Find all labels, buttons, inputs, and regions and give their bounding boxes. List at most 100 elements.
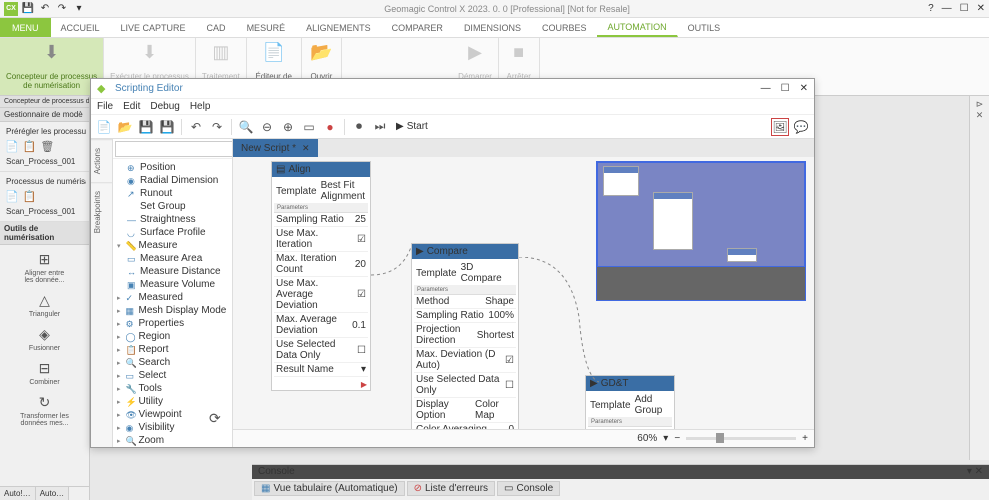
tree-item[interactable]: 📏Measure: [113, 239, 232, 252]
sidebar-tab-breakpoints[interactable]: Breakpoints: [91, 182, 112, 241]
console-tab-errors[interactable]: ⊘Liste d'erreurs: [407, 481, 495, 496]
tree-item[interactable]: ◉Radial Dimension: [113, 174, 232, 187]
tool-combine[interactable]: ⊟Combiner: [29, 360, 59, 386]
param-row[interactable]: Projection DirectionShortest: [414, 323, 516, 348]
find-icon[interactable]: 🔍: [237, 118, 255, 136]
tree-item[interactable]: ▭Select: [113, 369, 232, 382]
zoom-thumb[interactable]: [716, 433, 724, 443]
new-icon[interactable]: 📄: [95, 118, 113, 136]
save-icon[interactable]: 💾: [21, 2, 35, 16]
tree-item[interactable]: 🔍Search: [113, 356, 232, 369]
image-icon[interactable]: 🖼: [771, 118, 789, 136]
undo-icon[interactable]: ↶: [38, 2, 52, 16]
tab-mesure[interactable]: MESURÉ: [237, 18, 297, 37]
script-canvas[interactable]: ▤Align TemplateBest Fit Alignment Parame…: [233, 157, 814, 429]
tab-comparer[interactable]: COMPARER: [382, 18, 454, 37]
tree-item[interactable]: ⚙Properties: [113, 317, 232, 330]
fit-icon[interactable]: ▭: [300, 118, 318, 136]
zoom-dropdown-icon[interactable]: ▾: [663, 433, 668, 444]
tool-align[interactable]: ⊞Aligner entre les donnée...: [24, 251, 64, 284]
tree-item[interactable]: ▣Measure Volume: [113, 278, 232, 291]
param-row[interactable]: Sampling Ratio25: [274, 213, 368, 227]
tree-item[interactable]: 📋Report: [113, 343, 232, 356]
close-tab-icon[interactable]: ✕: [302, 143, 310, 154]
tab-dimensions[interactable]: DIMENSIONS: [454, 18, 532, 37]
node-compare-header[interactable]: ▶Compare: [412, 244, 518, 259]
console-header[interactable]: Console▾ ✕: [252, 465, 989, 479]
tab-automation[interactable]: AUTOMATION: [597, 18, 677, 37]
saveall-icon[interactable]: 💾: [158, 118, 176, 136]
tab-accueil[interactable]: ACCUEIL: [51, 18, 111, 37]
tree-item[interactable]: ⚡Utility: [113, 395, 232, 408]
dropdown-icon[interactable]: ▾: [72, 2, 86, 16]
step-icon[interactable]: ⏭: [371, 118, 389, 136]
se-maximize-icon[interactable]: ☐: [781, 83, 790, 94]
scripting-titlebar[interactable]: ◆ Scripting Editor — ☐ ✕: [91, 79, 814, 99]
add2-icon[interactable]: 📄: [5, 190, 19, 203]
bottom-tab-1[interactable]: Auto!…: [0, 487, 36, 500]
copy2-icon[interactable]: 📋: [23, 190, 37, 203]
align-output-port[interactable]: ▶: [272, 379, 370, 390]
zoom-out-icon[interactable]: −: [674, 433, 680, 444]
param-row[interactable]: Use Max. Iteration☑: [274, 227, 368, 252]
tree-item[interactable]: ↔Measure Distance: [113, 265, 232, 278]
start-button[interactable]: ▶Start: [392, 121, 432, 132]
minimize-icon[interactable]: —: [942, 3, 952, 14]
console-tab-console[interactable]: ▭Console: [497, 481, 560, 496]
menu-debug[interactable]: Debug: [150, 101, 179, 112]
node-compare[interactable]: ▶Compare Template3D Compare Parameters M…: [411, 243, 519, 429]
bottom-tab-2[interactable]: Auto…: [36, 487, 69, 500]
tree-item[interactable]: ◡Surface Profile: [113, 226, 232, 239]
zoomin-icon[interactable]: ⊕: [279, 118, 297, 136]
zoom-in-icon[interactable]: +: [802, 433, 808, 444]
tree-item[interactable]: ✓Measured: [113, 291, 232, 304]
tree-item[interactable]: Set Group: [113, 200, 232, 213]
sidebar-tab-actions[interactable]: Actions: [91, 139, 112, 182]
se-minimize-icon[interactable]: —: [761, 83, 771, 94]
tool-transform[interactable]: ↻Transformer les données mes...: [20, 394, 69, 427]
script-tab-new[interactable]: New Script *✕: [233, 139, 318, 157]
ribbon-scan-designer[interactable]: ⬇Concepteur de processus de numérisation: [0, 38, 104, 95]
tree-item[interactable]: 🔧Tools: [113, 382, 232, 395]
node-align-header[interactable]: ▤Align: [272, 162, 370, 177]
param-row[interactable]: Use Max. Average Deviation☑: [274, 277, 368, 313]
breakpoint-icon[interactable]: ●: [321, 118, 339, 136]
delete-icon[interactable]: 🗑: [40, 140, 54, 153]
copy-icon[interactable]: 📋: [23, 140, 37, 153]
tree-item[interactable]: 🔍Zoom: [113, 434, 232, 447]
tree-item[interactable]: —Straightness: [113, 213, 232, 226]
zoomout-icon[interactable]: ⊖: [258, 118, 276, 136]
menu-help[interactable]: Help: [190, 101, 211, 112]
scan-process-item-2[interactable]: Scan_Process_001: [3, 205, 86, 218]
menu-edit[interactable]: Edit: [123, 101, 140, 112]
tab-cad[interactable]: CAD: [197, 18, 237, 37]
scan-process-item-1[interactable]: Scan_Process_001: [3, 155, 86, 168]
undo-icon[interactable]: ↶: [187, 118, 205, 136]
menu-button[interactable]: MENU: [0, 18, 51, 37]
tab-courbes[interactable]: COURBES: [532, 18, 598, 37]
tool-merge[interactable]: ◈Fusionner: [29, 326, 60, 352]
comment-icon[interactable]: 💬: [792, 118, 810, 136]
param-row[interactable]: Max. Average Deviation0.1: [274, 313, 368, 338]
add-icon[interactable]: 📄: [5, 140, 19, 153]
menu-file[interactable]: File: [97, 101, 113, 112]
record-icon[interactable]: ⏺: [350, 118, 368, 136]
node-gdt-header[interactable]: ▶GD&T: [586, 376, 674, 391]
tree-item[interactable]: ↗Runout: [113, 187, 232, 200]
tab-alignements[interactable]: ALIGNEMENTS: [296, 18, 382, 37]
open-icon[interactable]: 📂: [116, 118, 134, 136]
tree-item[interactable]: ⊕Position: [113, 161, 232, 174]
node-gdt[interactable]: ▶GD&T TemplateAdd Group Parameters: [585, 375, 675, 429]
search-input[interactable]: [115, 141, 233, 157]
panel-header-2[interactable]: Gestionnaire de modè: [0, 108, 89, 122]
param-row[interactable]: Sampling Ratio100%: [414, 309, 516, 323]
param-row[interactable]: Use Selected Data Only☐: [414, 373, 516, 398]
param-row[interactable]: Max. Iteration Count20: [274, 252, 368, 277]
tree-item[interactable]: ▭Measure Area: [113, 252, 232, 265]
preview-panel[interactable]: [596, 161, 806, 301]
param-row[interactable]: MethodShape: [414, 295, 516, 309]
tree-item[interactable]: ◯Region: [113, 330, 232, 343]
se-close-icon[interactable]: ✕: [800, 83, 808, 94]
redo-icon[interactable]: ↷: [55, 2, 69, 16]
param-row[interactable]: Display OptionColor Map: [414, 398, 516, 423]
